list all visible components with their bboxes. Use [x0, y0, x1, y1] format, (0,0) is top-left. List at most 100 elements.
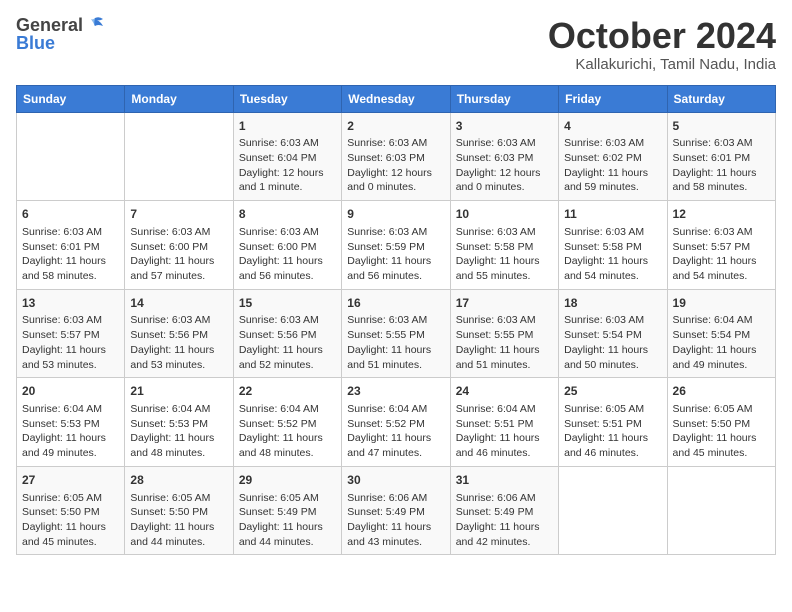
calendar-cell: 21Sunrise: 6:04 AM Sunset: 5:53 PM Dayli… — [125, 378, 233, 467]
calendar-cell: 14Sunrise: 6:03 AM Sunset: 5:56 PM Dayli… — [125, 289, 233, 378]
header-saturday: Saturday — [667, 85, 775, 112]
calendar-week-row: 13Sunrise: 6:03 AM Sunset: 5:57 PM Dayli… — [17, 289, 776, 378]
calendar-cell — [125, 112, 233, 201]
day-info: Sunrise: 6:03 AM Sunset: 6:01 PM Dayligh… — [673, 136, 770, 195]
header-friday: Friday — [559, 85, 667, 112]
header-sunday: Sunday — [17, 85, 125, 112]
day-info: Sunrise: 6:03 AM Sunset: 5:59 PM Dayligh… — [347, 225, 444, 284]
day-number: 7 — [130, 206, 227, 223]
day-number: 23 — [347, 383, 444, 400]
weekday-header-row: Sunday Monday Tuesday Wednesday Thursday… — [17, 85, 776, 112]
calendar-cell: 12 Sunrise: 6:03 AM Sunset: 5:57 PM Dayli… — [667, 201, 775, 290]
day-number: 21 — [130, 383, 227, 400]
calendar-header: Sunday Monday Tuesday Wednesday Thursday… — [17, 85, 776, 112]
calendar-cell: 25 Sunrise: 6:05 AM Sunset: 5:51 PM Dayli… — [559, 378, 667, 467]
day-info: Sunrise: 6:05 AM Sunset: 5:50 PM Dayligh… — [130, 491, 227, 550]
day-number: 31 — [456, 472, 553, 489]
calendar-cell: 6Sunrise: 6:03 AM Sunset: 6:01 PM Daylig… — [17, 201, 125, 290]
day-number: 3 — [456, 118, 553, 135]
day-number: 29 — [239, 472, 336, 489]
calendar-cell: 7 Sunrise: 6:03 AM Sunset: 6:00 PM Daylig… — [125, 201, 233, 290]
calendar-cell: 1Sunrise: 6:03 AM Sunset: 6:04 PM Daylig… — [233, 112, 341, 201]
day-number: 26 — [673, 383, 770, 400]
calendar-week-row: 27 Sunrise: 6:05 AM Sunset: 5:50 PM Dayli… — [17, 466, 776, 555]
day-number: 5 — [673, 118, 770, 135]
day-number: 11 — [564, 206, 661, 223]
calendar-cell: 2Sunrise: 6:03 AM Sunset: 6:03 PM Daylig… — [342, 112, 450, 201]
day-number: 25 — [564, 383, 661, 400]
day-number: 28 — [130, 472, 227, 489]
day-info: Sunrise: 6:03 AM Sunset: 6:02 PM Dayligh… — [564, 136, 661, 195]
day-number: 16 — [347, 295, 444, 312]
day-info: Sunrise: 6:03 AM Sunset: 6:00 PM Dayligh… — [130, 225, 227, 284]
day-number: 13 — [22, 295, 119, 312]
month-title: October 2024 — [548, 16, 776, 56]
day-number: 15 — [239, 295, 336, 312]
day-info: Sunrise: 6:04 AM Sunset: 5:51 PM Dayligh… — [456, 402, 553, 461]
calendar-cell: 11Sunrise: 6:03 AM Sunset: 5:58 PM Dayli… — [559, 201, 667, 290]
day-number: 19 — [673, 295, 770, 312]
calendar-cell: 3Sunrise: 6:03 AM Sunset: 6:03 PM Daylig… — [450, 112, 558, 201]
header-thursday: Thursday — [450, 85, 558, 112]
calendar-table: Sunday Monday Tuesday Wednesday Thursday… — [16, 85, 776, 556]
day-number: 9 — [347, 206, 444, 223]
day-info: Sunrise: 6:03 AM Sunset: 5:56 PM Dayligh… — [239, 313, 336, 372]
day-number: 2 — [347, 118, 444, 135]
page-header: General Blue October 2024 Kallakurichi, … — [16, 16, 776, 73]
calendar-cell: 29 Sunrise: 6:05 AM Sunset: 5:49 PM Dayli… — [233, 466, 341, 555]
calendar-cell: 13Sunrise: 6:03 AM Sunset: 5:57 PM Dayli… — [17, 289, 125, 378]
calendar-cell: 22 Sunrise: 6:04 AM Sunset: 5:52 PM Dayli… — [233, 378, 341, 467]
day-info: Sunrise: 6:04 AM Sunset: 5:52 PM Dayligh… — [239, 402, 336, 461]
calendar-cell: 28 Sunrise: 6:05 AM Sunset: 5:50 PM Dayli… — [125, 466, 233, 555]
day-number: 8 — [239, 206, 336, 223]
calendar-week-row: 6Sunrise: 6:03 AM Sunset: 6:01 PM Daylig… — [17, 201, 776, 290]
day-info: Sunrise: 6:06 AM Sunset: 5:49 PM Dayligh… — [347, 491, 444, 550]
location-subtitle: Kallakurichi, Tamil Nadu, India — [548, 56, 776, 73]
day-number: 27 — [22, 472, 119, 489]
calendar-cell: 31 Sunrise: 6:06 AM Sunset: 5:49 PM Dayli… — [450, 466, 558, 555]
day-info: Sunrise: 6:03 AM Sunset: 5:57 PM Dayligh… — [22, 313, 119, 372]
day-info: Sunrise: 6:03 AM Sunset: 6:03 PM Dayligh… — [347, 136, 444, 195]
day-info: Sunrise: 6:06 AM Sunset: 5:49 PM Dayligh… — [456, 491, 553, 550]
day-info: Sunrise: 6:05 AM Sunset: 5:49 PM Dayligh… — [239, 491, 336, 550]
day-info: Sunrise: 6:04 AM Sunset: 5:53 PM Dayligh… — [22, 402, 119, 461]
day-info: Sunrise: 6:03 AM Sunset: 5:58 PM Dayligh… — [456, 225, 553, 284]
calendar-cell: 15Sunrise: 6:03 AM Sunset: 5:56 PM Dayli… — [233, 289, 341, 378]
calendar-cell: 5Sunrise: 6:03 AM Sunset: 6:01 PM Daylig… — [667, 112, 775, 201]
day-info: Sunrise: 6:05 AM Sunset: 5:51 PM Dayligh… — [564, 402, 661, 461]
calendar-cell — [17, 112, 125, 201]
calendar-cell: 23 Sunrise: 6:04 AM Sunset: 5:52 PM Dayli… — [342, 378, 450, 467]
logo-bird-icon — [85, 16, 107, 34]
calendar-cell: 10Sunrise: 6:03 AM Sunset: 5:58 PM Dayli… — [450, 201, 558, 290]
day-number: 20 — [22, 383, 119, 400]
calendar-week-row: 20 Sunrise: 6:04 AM Sunset: 5:53 PM Dayli… — [17, 378, 776, 467]
header-wednesday: Wednesday — [342, 85, 450, 112]
day-number: 12 — [673, 206, 770, 223]
calendar-cell: 27 Sunrise: 6:05 AM Sunset: 5:50 PM Dayli… — [17, 466, 125, 555]
day-info: Sunrise: 6:05 AM Sunset: 5:50 PM Dayligh… — [22, 491, 119, 550]
calendar-cell: 8 Sunrise: 6:03 AM Sunset: 6:00 PM Daylig… — [233, 201, 341, 290]
logo-blue-text: Blue — [16, 34, 55, 52]
day-info: Sunrise: 6:03 AM Sunset: 5:54 PM Dayligh… — [564, 313, 661, 372]
header-tuesday: Tuesday — [233, 85, 341, 112]
calendar-cell — [559, 466, 667, 555]
calendar-cell: 19Sunrise: 6:04 AM Sunset: 5:54 PM Dayli… — [667, 289, 775, 378]
day-info: Sunrise: 6:03 AM Sunset: 6:01 PM Dayligh… — [22, 225, 119, 284]
day-number: 22 — [239, 383, 336, 400]
day-info: Sunrise: 6:03 AM Sunset: 5:55 PM Dayligh… — [347, 313, 444, 372]
day-number: 14 — [130, 295, 227, 312]
calendar-cell: 26 Sunrise: 6:05 AM Sunset: 5:50 PM Dayli… — [667, 378, 775, 467]
calendar-cell: 24Sunrise: 6:04 AM Sunset: 5:51 PM Dayli… — [450, 378, 558, 467]
calendar-cell: 17Sunrise: 6:03 AM Sunset: 5:55 PM Dayli… — [450, 289, 558, 378]
day-info: Sunrise: 6:05 AM Sunset: 5:50 PM Dayligh… — [673, 402, 770, 461]
day-info: Sunrise: 6:04 AM Sunset: 5:52 PM Dayligh… — [347, 402, 444, 461]
calendar-cell: 4Sunrise: 6:03 AM Sunset: 6:02 PM Daylig… — [559, 112, 667, 201]
day-number: 30 — [347, 472, 444, 489]
calendar-cell — [667, 466, 775, 555]
day-info: Sunrise: 6:03 AM Sunset: 5:57 PM Dayligh… — [673, 225, 770, 284]
header-monday: Monday — [125, 85, 233, 112]
logo: General Blue — [16, 16, 107, 52]
calendar-cell: 16Sunrise: 6:03 AM Sunset: 5:55 PM Dayli… — [342, 289, 450, 378]
day-info: Sunrise: 6:03 AM Sunset: 6:00 PM Dayligh… — [239, 225, 336, 284]
day-number: 1 — [239, 118, 336, 135]
